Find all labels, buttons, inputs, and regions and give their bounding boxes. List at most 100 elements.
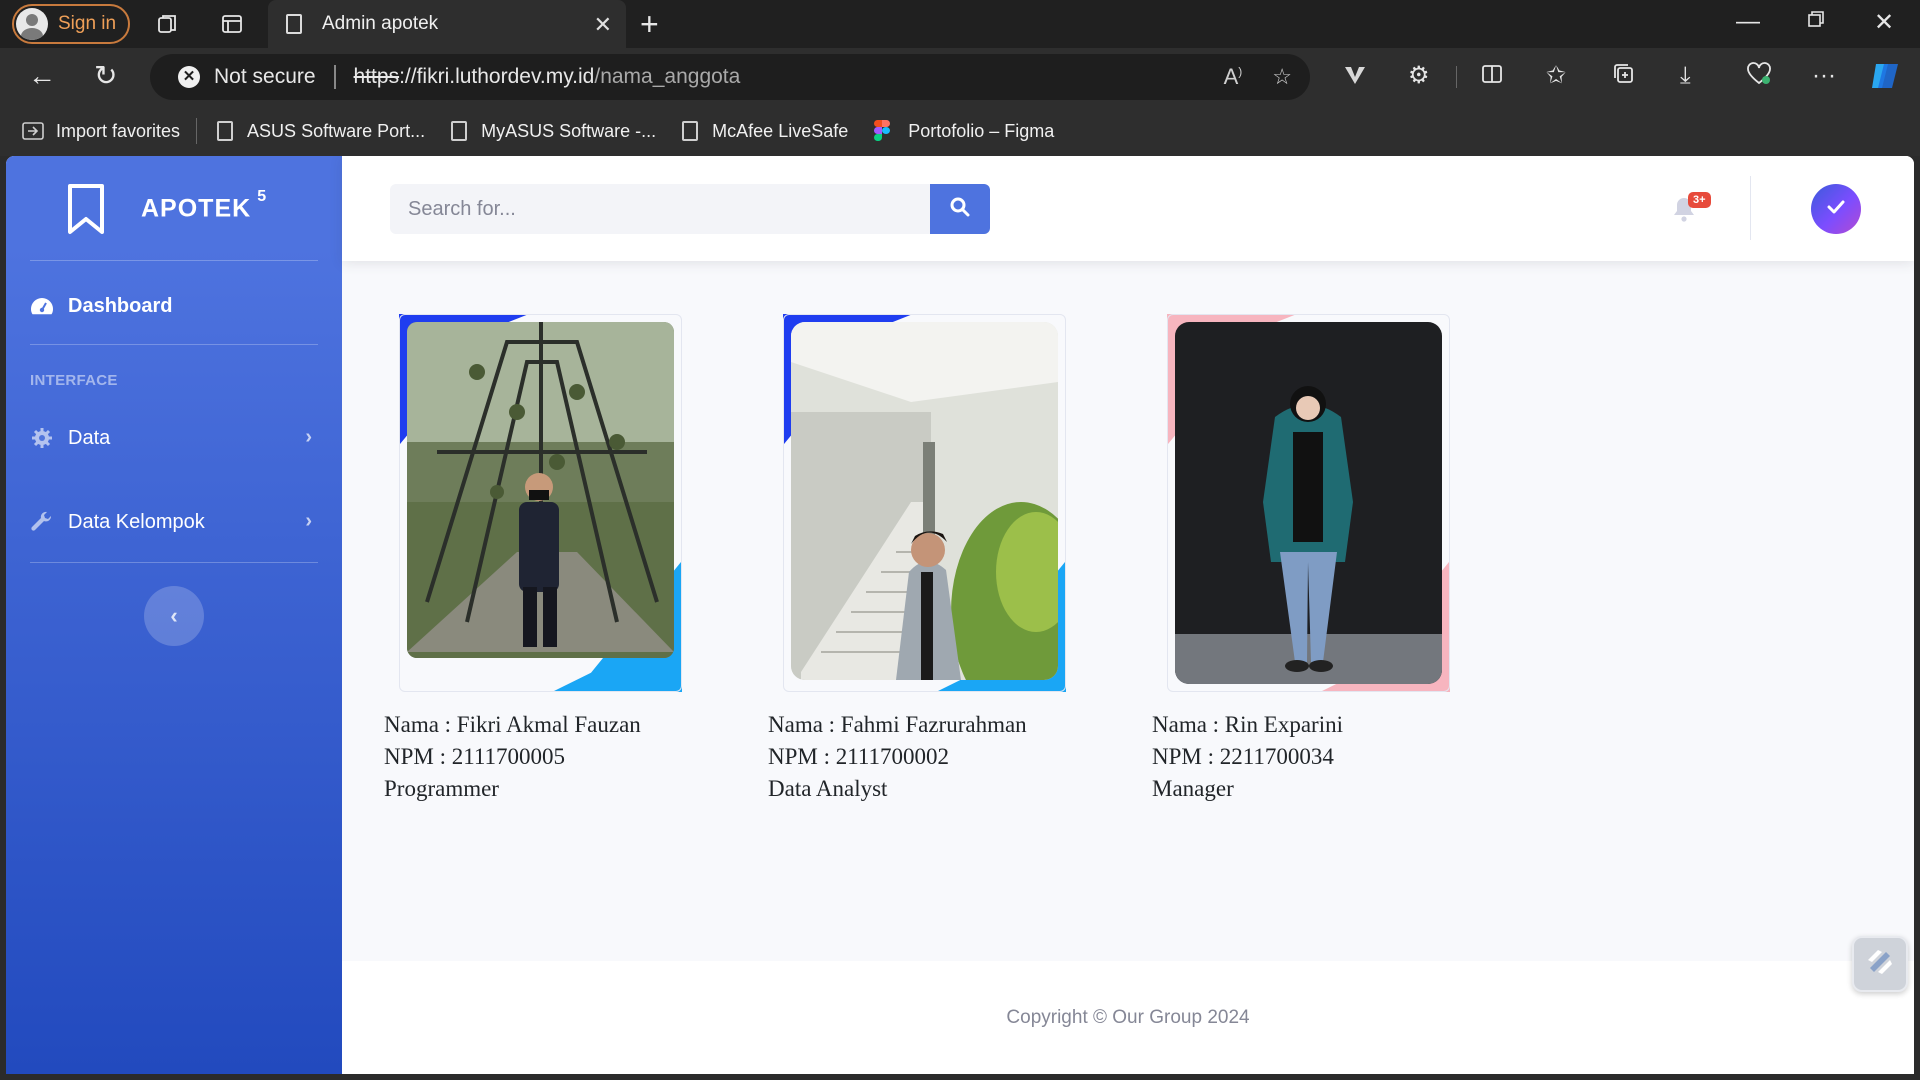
- favorites-icon[interactable]: ✩: [1546, 62, 1566, 90]
- bookmark-divider: [196, 118, 198, 144]
- sign-in-label: Sign in: [58, 13, 117, 34]
- member-name: Nama : Fahmi Fazrurahman: [768, 712, 1027, 737]
- lightning-icon: [1864, 946, 1896, 983]
- member-npm: NPM : 2111700005: [384, 744, 566, 769]
- browser-window: Sign in Admin apotek ✕ + — ✕ ← ↻ ✕ Not s…: [0, 0, 1920, 1080]
- sidebar-brand[interactable]: APOTEK 5: [6, 156, 342, 260]
- sign-in-button[interactable]: Sign in: [12, 4, 130, 44]
- sidebar-divider: [30, 562, 318, 563]
- bookmarks-bar: Import favorites ASUS Software Port... M…: [0, 106, 1920, 156]
- member-role: Data Analyst: [768, 776, 888, 801]
- new-tab-icon[interactable]: +: [640, 8, 659, 40]
- sidebar-item-dashboard[interactable]: Dashboard: [30, 286, 318, 326]
- topbar-divider: [1750, 176, 1751, 240]
- sidebar-divider: [30, 260, 318, 261]
- restore-icon[interactable]: [1806, 8, 1826, 36]
- member-card: [399, 314, 682, 692]
- member-role: Programmer: [384, 776, 499, 801]
- bookmark-label: MyASUS Software -...: [481, 120, 657, 141]
- search-button[interactable]: [930, 184, 990, 234]
- bookmark-asus-portal[interactable]: ASUS Software Port...: [217, 121, 425, 142]
- tab-actions-icon[interactable]: [220, 12, 244, 36]
- url-protocol: https: [353, 65, 400, 88]
- page-icon: [286, 14, 302, 34]
- member-name: Nama : Rin Exparini: [1152, 712, 1343, 737]
- sidebar-heading: INTERFACE: [30, 372, 118, 389]
- sidebar-toggle-button[interactable]: ‹: [144, 586, 204, 646]
- copilot-icon[interactable]: [1868, 60, 1902, 99]
- check-icon: [1827, 200, 1845, 219]
- member-card: [1167, 314, 1450, 692]
- close-tab-icon[interactable]: ✕: [594, 12, 612, 38]
- member-info: Nama : Rin Exparini NPM : 2211700034 Man…: [1152, 709, 1343, 805]
- sidebar-item-data[interactable]: Data ›: [30, 418, 318, 458]
- bookmark-label: Import favorites: [56, 120, 181, 141]
- member-card: [783, 314, 1066, 692]
- member-photo: [407, 322, 674, 658]
- bookmark-myasus[interactable]: MyASUS Software -...: [451, 121, 656, 142]
- bookmark-figma[interactable]: Portofolio – Figma: [874, 120, 1054, 142]
- member-role: Manager: [1152, 776, 1234, 801]
- sidebar-item-label: Data: [68, 426, 111, 449]
- import-icon: [22, 121, 44, 141]
- notification-badge: 3+: [1688, 192, 1711, 208]
- address-bar[interactable]: ✕ Not secure https ://fikri.luthordev.my…: [150, 54, 1310, 100]
- chevron-right-icon: ›: [305, 426, 312, 448]
- chevron-left-icon: ‹: [170, 603, 178, 628]
- member-info: Nama : Fahmi Fazrurahman NPM : 211170000…: [768, 709, 1027, 805]
- downloads-icon[interactable]: ⤓: [1680, 62, 1691, 90]
- sidebar-item-data-kelompok[interactable]: Data Kelompok ›: [30, 502, 318, 542]
- page-icon: [682, 121, 699, 141]
- wrench-icon: [30, 510, 54, 534]
- bookmark-mcafee[interactable]: McAfee LiveSafe: [682, 121, 848, 142]
- split-screen-icon[interactable]: [1480, 62, 1504, 93]
- search-icon: [950, 197, 970, 222]
- tab-title: Admin apotek: [322, 13, 439, 34]
- close-window-icon[interactable]: ✕: [1874, 8, 1894, 37]
- bookmark-import-favorites[interactable]: Import favorites: [22, 121, 180, 142]
- omnibox-separator: [333, 65, 336, 89]
- chevron-right-icon: ›: [305, 510, 312, 532]
- page-icon: [217, 121, 234, 141]
- user-avatar[interactable]: [1811, 184, 1861, 234]
- footer: Copyright © Our Group 2024: [342, 961, 1914, 1074]
- search-form: [390, 184, 990, 234]
- member-npm: NPM : 2211700034: [1152, 744, 1334, 769]
- read-aloud-icon[interactable]: A): [1224, 64, 1243, 90]
- search-input[interactable]: [390, 184, 930, 234]
- refresh-icon[interactable]: ↻: [94, 62, 117, 90]
- sidebar-divider: [30, 344, 318, 345]
- tachometer-icon: [30, 294, 54, 318]
- more-menu-icon[interactable]: ···: [1812, 62, 1836, 90]
- tab-strip: Sign in Admin apotek ✕ + — ✕: [0, 0, 1920, 48]
- back-icon[interactable]: ←: [28, 62, 56, 90]
- toolbar-separator: [1456, 66, 1457, 88]
- page-icon: [451, 121, 468, 141]
- topbar: 3+: [342, 156, 1914, 261]
- sidebar: APOTEK 5 Dashboard INTERFACE Data › Data…: [6, 156, 342, 1074]
- tab-admin-apotek[interactable]: Admin apotek ✕: [268, 0, 626, 48]
- bookmark-logo-icon: [66, 183, 106, 235]
- url-path: /nama_anggota: [594, 65, 741, 88]
- member-cards: Nama : Fikri Akmal Fauzan NPM : 21117000…: [342, 261, 1914, 961]
- browser-essentials-icon[interactable]: [1746, 62, 1772, 93]
- bookmark-label: McAfee LiveSafe: [712, 120, 849, 141]
- member-name: Nama : Fikri Akmal Fauzan: [384, 712, 641, 737]
- bookmark-label: Portofolio – Figma: [908, 120, 1055, 141]
- omnibox-actions: A) ☆: [1224, 64, 1292, 90]
- bookmark-label: ASUS Software Port...: [247, 120, 426, 141]
- gear-icon: [30, 426, 54, 450]
- member-info: Nama : Fikri Akmal Fauzan NPM : 21117000…: [384, 709, 641, 805]
- favorite-star-icon[interactable]: ☆: [1272, 64, 1292, 90]
- not-secure-icon: ✕: [178, 66, 200, 88]
- minimize-icon[interactable]: —: [1736, 8, 1760, 36]
- floating-extension-button[interactable]: [1852, 936, 1908, 992]
- extension-v-icon[interactable]: [1342, 62, 1368, 95]
- web-page: APOTEK 5 Dashboard INTERFACE Data › Data…: [6, 156, 1914, 1074]
- extensions-icon[interactable]: ⚙: [1408, 62, 1430, 90]
- workspaces-icon[interactable]: [156, 12, 180, 36]
- figma-icon: [874, 120, 891, 142]
- member-npm: NPM : 2111700002: [768, 744, 950, 769]
- collections-icon[interactable]: [1612, 62, 1636, 93]
- sidebar-item-label: Dashboard: [68, 294, 173, 317]
